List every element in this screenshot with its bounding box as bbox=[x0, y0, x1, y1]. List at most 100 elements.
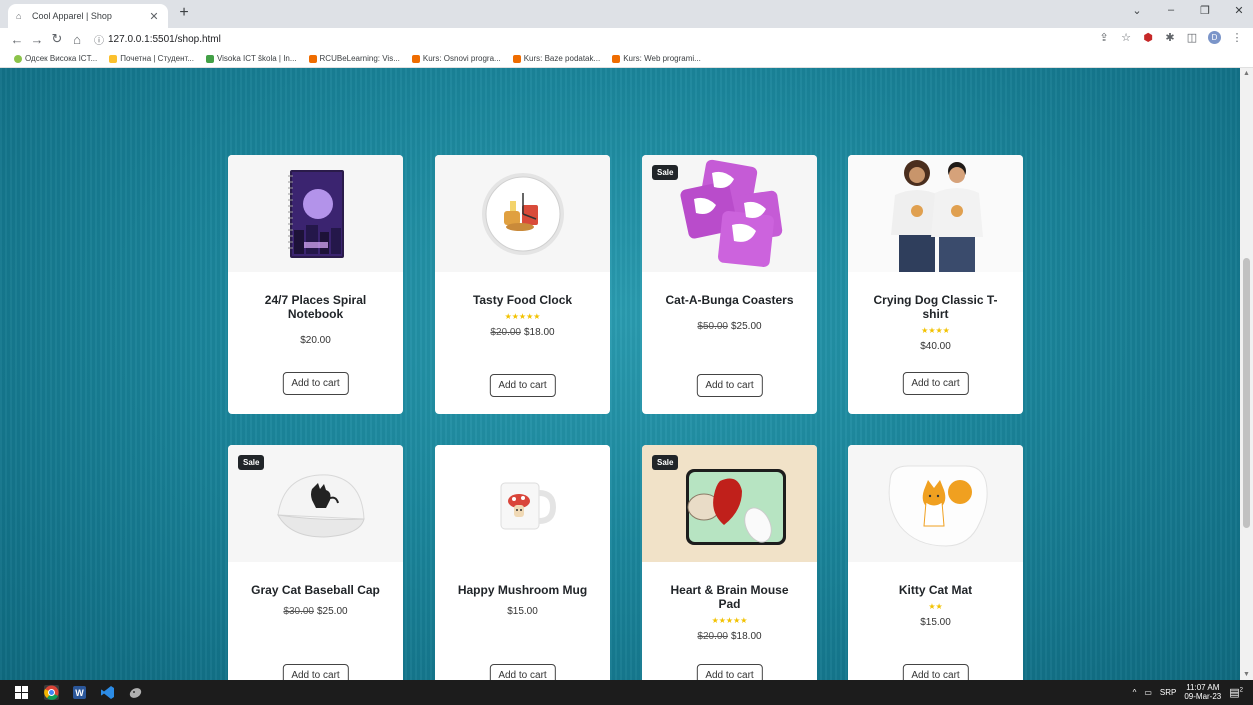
vscode-app-icon[interactable] bbox=[100, 685, 115, 700]
bookmark-item[interactable]: RCUBeLearning: Vis... bbox=[308, 54, 400, 63]
product-card: 24/7 Places Spiral Notebook $20.00 Add t… bbox=[228, 155, 403, 414]
product-card: Kitty Cat Mat ★★ $15.00 Add to cart bbox=[848, 445, 1023, 680]
add-to-cart-button[interactable]: Add to cart bbox=[282, 372, 349, 395]
mat-image bbox=[888, 465, 988, 547]
product-card: Crying Dog Classic T-shirt ★★★★ $40.00 A… bbox=[848, 155, 1023, 414]
product-price: $20.00 $18.00 bbox=[490, 327, 555, 338]
bookmark-item[interactable]: Одсек Висока ICT... bbox=[14, 54, 97, 63]
cap-image bbox=[276, 473, 365, 538]
bookmark-favicon-icon bbox=[14, 54, 22, 63]
bookmark-favicon-icon bbox=[612, 54, 621, 63]
bookmark-favicon-icon bbox=[512, 54, 521, 63]
product-image[interactable] bbox=[228, 155, 403, 272]
add-to-cart-button[interactable]: Add to cart bbox=[489, 374, 556, 397]
site-info-icon[interactable]: ⓘ bbox=[94, 32, 104, 47]
old-price: $20.00 bbox=[697, 631, 728, 642]
sale-badge: Sale bbox=[652, 455, 679, 470]
bookmark-favicon-icon bbox=[411, 54, 420, 63]
product-image[interactable]: Sale bbox=[642, 155, 817, 272]
old-price: $50.00 bbox=[697, 321, 728, 332]
forward-icon[interactable]: → bbox=[28, 32, 46, 47]
product-price: $15.00 bbox=[920, 617, 951, 628]
side-panel-icon[interactable]: ◫ bbox=[1186, 31, 1198, 44]
product-title[interactable]: Gray Cat Baseball Cap bbox=[244, 583, 387, 597]
add-to-cart-button[interactable]: Add to cart bbox=[696, 374, 763, 397]
minimize-icon[interactable]: – bbox=[1165, 4, 1177, 17]
profile-avatar[interactable]: D bbox=[1208, 31, 1221, 44]
product-image[interactable] bbox=[848, 155, 1023, 272]
page-favicon-icon: ⌂ bbox=[16, 11, 22, 21]
menu-dots-icon[interactable]: ⋮ bbox=[1231, 31, 1243, 44]
restore-icon[interactable]: ❐ bbox=[1199, 4, 1211, 17]
tshirt-image bbox=[890, 160, 983, 272]
product-title[interactable]: Heart & Brain Mouse Pad bbox=[658, 583, 801, 611]
reload-icon[interactable]: ↻ bbox=[48, 31, 66, 47]
bookmark-favicon-icon bbox=[109, 54, 118, 63]
bookmark-favicon-icon bbox=[308, 54, 317, 63]
word-app-icon[interactable]: W bbox=[72, 685, 87, 700]
product-image[interactable] bbox=[848, 445, 1023, 562]
product-title[interactable]: Kitty Cat Mat bbox=[864, 583, 1007, 597]
bookmark-item[interactable]: Kurs: Baze podatak... bbox=[512, 54, 600, 63]
scroll-down-arrow-icon[interactable]: ▼ bbox=[1243, 671, 1250, 678]
browser-tab[interactable]: ⌂ Cool Apparel | Shop ✕ bbox=[8, 4, 168, 28]
add-to-cart-button[interactable]: Add to cart bbox=[282, 664, 349, 680]
product-image[interactable]: Sale bbox=[228, 445, 403, 562]
svg-text:W: W bbox=[75, 688, 84, 698]
window-controls: ⌄ – ❐ ✕ bbox=[1131, 4, 1245, 17]
share-icon[interactable]: ⇪ bbox=[1098, 31, 1110, 44]
scrollbar-thumb[interactable] bbox=[1243, 258, 1250, 528]
add-to-cart-button[interactable]: Add to cart bbox=[489, 664, 556, 680]
bookmark-star-icon[interactable]: ☆ bbox=[1120, 31, 1132, 44]
page-viewport: 24/7 Places Spiral Notebook $20.00 Add t… bbox=[0, 68, 1240, 680]
new-tab-icon[interactable]: + bbox=[176, 5, 192, 21]
product-card: Tasty Food Clock ★★★★★ $20.00 $18.00 Add … bbox=[435, 155, 610, 414]
product-card: Sale Heart & Brain Mouse Pad ★★★★★ $20.0… bbox=[642, 445, 817, 680]
product-image[interactable] bbox=[435, 155, 610, 272]
toolbar-actions: ⇪ ☆ ⬢ ✱ ◫ D ⋮ bbox=[1098, 31, 1243, 44]
product-title[interactable]: 24/7 Places Spiral Notebook bbox=[244, 293, 387, 321]
show-hidden-icons-icon[interactable]: ^ bbox=[1133, 688, 1137, 697]
close-tab-icon[interactable]: ✕ bbox=[148, 10, 160, 23]
product-image[interactable] bbox=[435, 445, 610, 562]
windows-start-icon[interactable] bbox=[14, 685, 29, 700]
add-to-cart-button[interactable]: Add to cart bbox=[902, 664, 969, 680]
language-indicator[interactable]: SRP bbox=[1160, 688, 1176, 697]
home-icon[interactable]: ⌂ bbox=[68, 32, 86, 47]
add-to-cart-button[interactable]: Add to cart bbox=[902, 372, 969, 395]
product-price: $20.00 bbox=[300, 335, 331, 346]
tab-search-icon[interactable]: ⌄ bbox=[1131, 4, 1143, 17]
bookmark-item[interactable]: Visoka ICT škola | In... bbox=[205, 54, 297, 63]
product-card: Sale Cat-A-Bunga Coasters $50.00 $25.00 A… bbox=[642, 155, 817, 414]
bookmark-item[interactable]: Kurs: Web programi... bbox=[612, 54, 701, 63]
close-window-icon[interactable]: ✕ bbox=[1233, 4, 1245, 17]
address-bar[interactable]: 127.0.0.1:5501/shop.html bbox=[108, 34, 221, 45]
product-price: $40.00 bbox=[920, 341, 951, 352]
product-card: Sale Gray Cat Baseball Cap $30.00 $25.00 … bbox=[228, 445, 403, 680]
windows-taskbar: W ^ ▭ SRP 11:07 AM 09-Mar-23 ▤2 bbox=[0, 680, 1253, 705]
bookmark-item[interactable]: Kurs: Osnovi progra... bbox=[411, 54, 501, 63]
product-price: $30.00 $25.00 bbox=[283, 606, 348, 617]
old-price: $20.00 bbox=[490, 327, 521, 338]
product-title[interactable]: Happy Mushroom Mug bbox=[451, 583, 594, 597]
product-title[interactable]: Cat-A-Bunga Coasters bbox=[658, 293, 801, 307]
back-icon[interactable]: ← bbox=[8, 32, 26, 47]
extensions-puzzle-icon[interactable]: ✱ bbox=[1164, 31, 1176, 44]
product-title[interactable]: Crying Dog Classic T-shirt bbox=[864, 293, 1007, 321]
app-icon[interactable] bbox=[128, 685, 143, 700]
notifications-icon[interactable]: ▤2 bbox=[1229, 686, 1243, 699]
bookmark-item[interactable]: Почетна | Студент... bbox=[109, 54, 194, 63]
product-image[interactable]: Sale bbox=[642, 445, 817, 562]
chrome-app-icon[interactable] bbox=[44, 685, 59, 700]
scroll-up-arrow-icon[interactable]: ▲ bbox=[1243, 70, 1250, 77]
browser-toolbar: ← → ↻ ⌂ ⓘ 127.0.0.1:5501/shop.html ⇪ ☆ ⬢… bbox=[0, 28, 1253, 50]
add-to-cart-button[interactable]: Add to cart bbox=[696, 664, 763, 680]
system-clock[interactable]: 11:07 AM 09-Mar-23 bbox=[1184, 683, 1221, 701]
network-icon[interactable]: ▭ bbox=[1144, 688, 1152, 697]
notebook-image bbox=[287, 169, 344, 258]
tab-strip: ⌂ Cool Apparel | Shop ✕ + ⌄ – ❐ ✕ bbox=[0, 0, 1253, 28]
rating-stars: ★★ bbox=[928, 602, 943, 611]
product-title[interactable]: Tasty Food Clock bbox=[451, 293, 594, 307]
shield-extension-icon[interactable]: ⬢ bbox=[1142, 31, 1154, 44]
page-scrollbar[interactable]: ▲ ▼ bbox=[1240, 68, 1253, 680]
